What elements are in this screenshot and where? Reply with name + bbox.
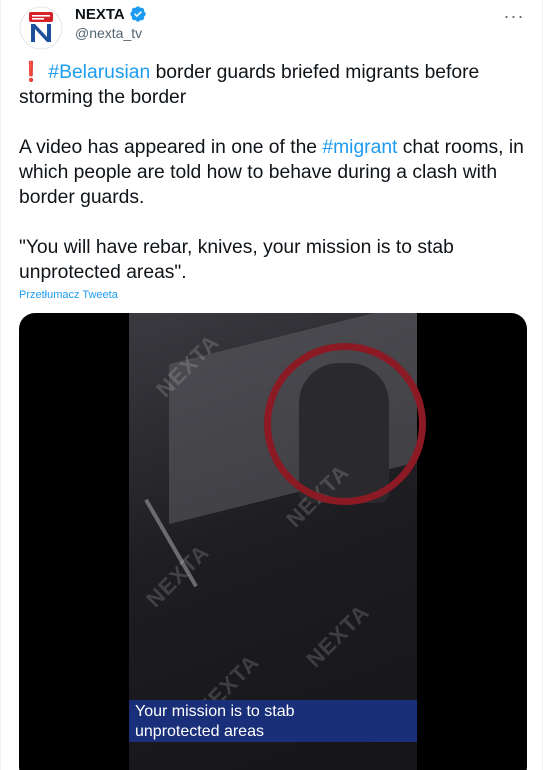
author-handle[interactable]: @nexta_tv — [75, 25, 142, 41]
nexta-logo-icon — [19, 6, 63, 50]
tweet-paragraph-2: A video has appeared in one of the #migr… — [19, 135, 534, 210]
tweet-quote: "You will have rebar, knives, your missi… — [19, 237, 454, 283]
more-options-icon[interactable]: ··· — [502, 4, 526, 28]
video-caption: Your mission is to stab unprotected area… — [129, 700, 417, 742]
paragraph-2-start: A video has appeared in one of the — [19, 137, 323, 158]
caption-line-1: Your mission is to stab — [135, 703, 295, 720]
translate-tweet-link[interactable]: Przetłumacz Tweeta — [19, 289, 118, 301]
caption-line-2: unprotected areas — [135, 723, 264, 740]
author-display-name[interactable]: NEXTA — [75, 6, 125, 23]
nexta-avatar[interactable] — [17, 4, 65, 52]
tweet-card[interactable]: NEXTA @nexta_tv ··· ❗ #Belarusian border… — [0, 0, 543, 770]
hashtag-belarusian[interactable]: #Belarusian — [48, 62, 150, 83]
hashtag-migrant[interactable]: #migrant — [322, 137, 397, 158]
tweet-headline: ❗ #Belarusian border guards briefed migr… — [19, 60, 534, 110]
highlight-circle — [264, 343, 426, 505]
verified-badge-icon — [130, 6, 146, 22]
tweet-text: ❗ #Belarusian border guards briefed migr… — [19, 60, 534, 285]
exclamation-icon: ❗ — [19, 62, 44, 83]
video-player[interactable]: NEXTA NEXTA NEXTA NEXTA NEXTA Your missi… — [19, 313, 527, 770]
author-name-row[interactable]: NEXTA — [75, 5, 147, 23]
